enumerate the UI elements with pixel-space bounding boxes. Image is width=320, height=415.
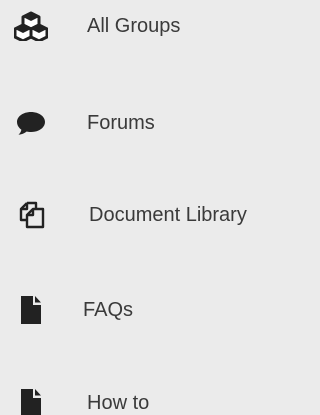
- menu-item-all-groups[interactable]: All Groups: [0, 0, 319, 52]
- speech-bubble-icon: [14, 106, 48, 140]
- menu-item-label: FAQs: [83, 299, 134, 321]
- document-icon: [14, 293, 48, 327]
- menu-item-label: Forums: [87, 112, 155, 134]
- menu-item-how-to[interactable]: How to: [0, 377, 319, 415]
- menu-item-label: All Groups: [87, 15, 181, 37]
- copy-documents-icon: [14, 198, 48, 232]
- document-icon: [14, 386, 48, 415]
- menu-item-document-library[interactable]: Document Library: [0, 189, 319, 241]
- menu-item-forums[interactable]: Forums: [0, 97, 319, 149]
- cubes-icon: [14, 9, 48, 43]
- sidebar-menu: All Groups Forums Document Library FAQs …: [0, 0, 319, 415]
- menu-item-faqs[interactable]: FAQs: [0, 284, 319, 336]
- menu-item-label: How to: [87, 392, 150, 414]
- menu-item-label: Document Library: [89, 204, 247, 226]
